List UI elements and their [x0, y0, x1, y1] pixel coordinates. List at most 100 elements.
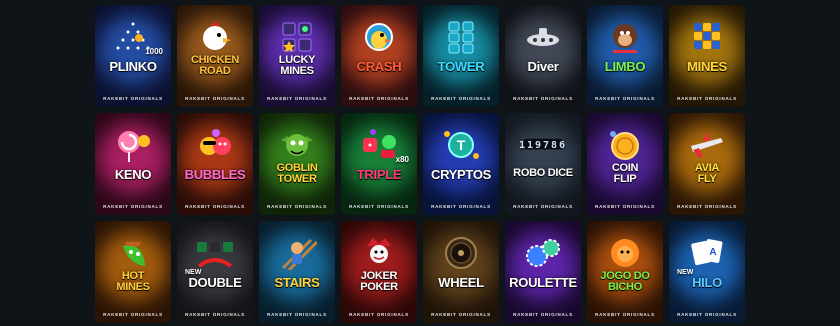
card-footer-label: RAKEBIT ORIGINALS — [513, 204, 573, 209]
game-card-limbo[interactable]: LIMBO RAKEBIT ORIGINALS — [587, 5, 663, 107]
card-footer-label: RAKEBIT ORIGINALS — [431, 204, 491, 209]
card-footer-label: RAKEBIT ORIGINALS — [513, 312, 573, 317]
game-title: Diver — [527, 59, 559, 74]
game-card-bubbles[interactable]: BUBBLES RAKEBIT ORIGINALS — [177, 113, 253, 215]
game-card-cryptos[interactable]: T CRYPTOS RAKEBIT ORIGINALS — [423, 113, 499, 215]
svg-text:T: T — [457, 137, 466, 153]
chicken-icon — [192, 19, 238, 55]
coin-icon: T — [438, 127, 484, 163]
game-card-hot-mines[interactable]: HOT MINES RAKEBIT ORIGINALS — [95, 221, 171, 323]
game-card-jogo-do-bicho[interactable]: JOGO DO BICHO RAKEBIT ORIGINALS — [587, 221, 663, 323]
card-footer-label: RAKEBIT ORIGINALS — [103, 96, 163, 101]
card-footer-label: RAKEBIT ORIGINALS — [267, 204, 327, 209]
game-title: MINES — [687, 59, 727, 74]
game-card-roulette[interactable]: ROULETTE RAKEBIT ORIGINALS — [505, 221, 581, 323]
gem-blocks-icon — [274, 19, 320, 55]
game-title: KENO — [114, 167, 152, 182]
game-card-mines[interactable]: MINES RAKEBIT ORIGINALS — [669, 5, 745, 107]
card-footer-label: RAKEBIT ORIGINALS — [185, 96, 245, 101]
game-badge: 1000 — [145, 47, 163, 56]
game-card-chicken-road[interactable]: CHICKEN ROAD RAKEBIT ORIGINALS — [177, 5, 253, 107]
card-footer-label: RAKEBIT ORIGINALS — [595, 204, 655, 209]
game-title: PLINKO — [109, 59, 157, 74]
submarine-icon — [520, 19, 566, 55]
climber-icon — [274, 235, 320, 271]
monkey-icon — [602, 19, 648, 55]
game-card-diver[interactable]: Diver RAKEBIT ORIGINALS — [505, 5, 581, 107]
game-title: CHICKEN ROAD — [190, 54, 239, 77]
chili-icon — [110, 235, 156, 271]
game-title: ROULETTE — [509, 275, 577, 290]
game-card-robo-dice[interactable]: 119786 ROBO DICE RAKEBIT ORIGINALS — [505, 113, 581, 215]
cards-icon: A — [684, 235, 730, 271]
lollipop-icon — [110, 127, 156, 163]
bubble-emoji-icon — [192, 127, 238, 163]
game-title: BUBBLES — [184, 167, 246, 182]
card-footer-label: RAKEBIT ORIGINALS — [349, 96, 409, 101]
card-footer-label: RAKEBIT ORIGINALS — [185, 312, 245, 317]
goblin-icon — [274, 127, 320, 163]
game-title: LUCKY MINES — [278, 54, 316, 77]
game-card-wheel[interactable]: WHEEL RAKEBIT ORIGINALS — [423, 221, 499, 323]
card-footer-label: RAKEBIT ORIGINALS — [595, 312, 655, 317]
mines-grid-icon — [684, 19, 730, 55]
game-card-stairs[interactable]: STAIRS RAKEBIT ORIGINALS — [259, 221, 335, 323]
card-footer-label: RAKEBIT ORIGINALS — [677, 96, 737, 101]
game-title: LIMBO — [604, 59, 646, 74]
game-badge: x80 — [395, 155, 409, 164]
card-footer-label: RAKEBIT ORIGINALS — [677, 312, 737, 317]
card-footer-label: RAKEBIT ORIGINALS — [513, 96, 573, 101]
plane-icon — [684, 127, 730, 163]
card-footer-label: RAKEBIT ORIGINALS — [103, 312, 163, 317]
game-title: TOWER — [437, 59, 485, 74]
card-footer-label: RAKEBIT ORIGINALS — [349, 204, 409, 209]
game-card-keno[interactable]: KENO RAKEBIT ORIGINALS — [95, 113, 171, 215]
chips-icon — [520, 235, 566, 271]
game-card-plinko[interactable]: 1000 PLINKO RAKEBIT ORIGINALS — [95, 5, 171, 107]
game-title: WHEEL — [438, 275, 484, 290]
game-title: AVIA FLY — [694, 162, 720, 185]
card-footer-label: RAKEBIT ORIGINALS — [349, 312, 409, 317]
game-title: GOBLIN TOWER — [276, 162, 318, 185]
game-title: ROBO DICE — [513, 167, 573, 179]
tower-icon — [438, 19, 484, 55]
flip-coin-icon — [602, 127, 648, 163]
game-title: CRASH — [356, 59, 402, 74]
svg-text:A: A — [709, 247, 716, 258]
card-footer-label: RAKEBIT ORIGINALS — [431, 312, 491, 317]
game-card-crash[interactable]: CRASH RAKEBIT ORIGINALS — [341, 5, 417, 107]
joker-icon — [356, 235, 402, 271]
game-title: STAIRS — [274, 275, 320, 290]
lion-icon — [602, 235, 648, 271]
card-footer-label: RAKEBIT ORIGINALS — [185, 204, 245, 209]
game-card-triple[interactable]: x80 TRIPLE RAKEBIT ORIGINALS — [341, 113, 417, 215]
game-badge: 119786 — [518, 140, 568, 151]
card-footer-label: RAKEBIT ORIGINALS — [595, 96, 655, 101]
game-card-joker-poker[interactable]: JOKER POKER RAKEBIT ORIGINALS — [341, 221, 417, 323]
multiplier-icon — [192, 235, 238, 271]
game-badge: NEW — [677, 269, 694, 276]
card-footer-label: RAKEBIT ORIGINALS — [267, 312, 327, 317]
game-card-double[interactable]: NEW DOUBLE RAKEBIT ORIGINALS — [177, 221, 253, 323]
rocket-bird-icon — [356, 19, 402, 55]
card-footer-label: RAKEBIT ORIGINALS — [267, 96, 327, 101]
game-card-lucky-mines[interactable]: LUCKY MINES RAKEBIT ORIGINALS — [259, 5, 335, 107]
game-grid: 1000 PLINKO RAKEBIT ORIGINALS CHICKEN ROAD R… — [95, 5, 745, 323]
card-footer-label: RAKEBIT ORIGINALS — [431, 96, 491, 101]
card-footer-label: RAKEBIT ORIGINALS — [103, 204, 163, 209]
game-card-hilo[interactable]: A NEW HILO RAKEBIT ORIGINALS — [669, 221, 745, 323]
roulette-wheel-icon — [438, 235, 484, 271]
game-title: CRYPTOS — [430, 167, 492, 182]
game-title: DOUBLE — [188, 275, 242, 290]
game-title: TRIPLE — [356, 167, 402, 182]
game-title: JOKER POKER — [360, 270, 398, 293]
game-card-tower[interactable]: TOWER RAKEBIT ORIGINALS — [423, 5, 499, 107]
card-footer-label: RAKEBIT ORIGINALS — [677, 204, 737, 209]
game-card-goblin-tower[interactable]: GOBLIN TOWER RAKEBIT ORIGINALS — [259, 113, 335, 215]
game-title: HILO — [692, 275, 722, 290]
game-title: COIN FLIP — [611, 162, 639, 185]
game-card-avia-fly[interactable]: AVIA FLY RAKEBIT ORIGINALS — [669, 113, 745, 215]
game-title: HOT MINES — [116, 270, 150, 293]
game-card-coin-flip[interactable]: COIN FLIP RAKEBIT ORIGINALS — [587, 113, 663, 215]
game-title: JOGO DO BICHO — [600, 270, 650, 293]
